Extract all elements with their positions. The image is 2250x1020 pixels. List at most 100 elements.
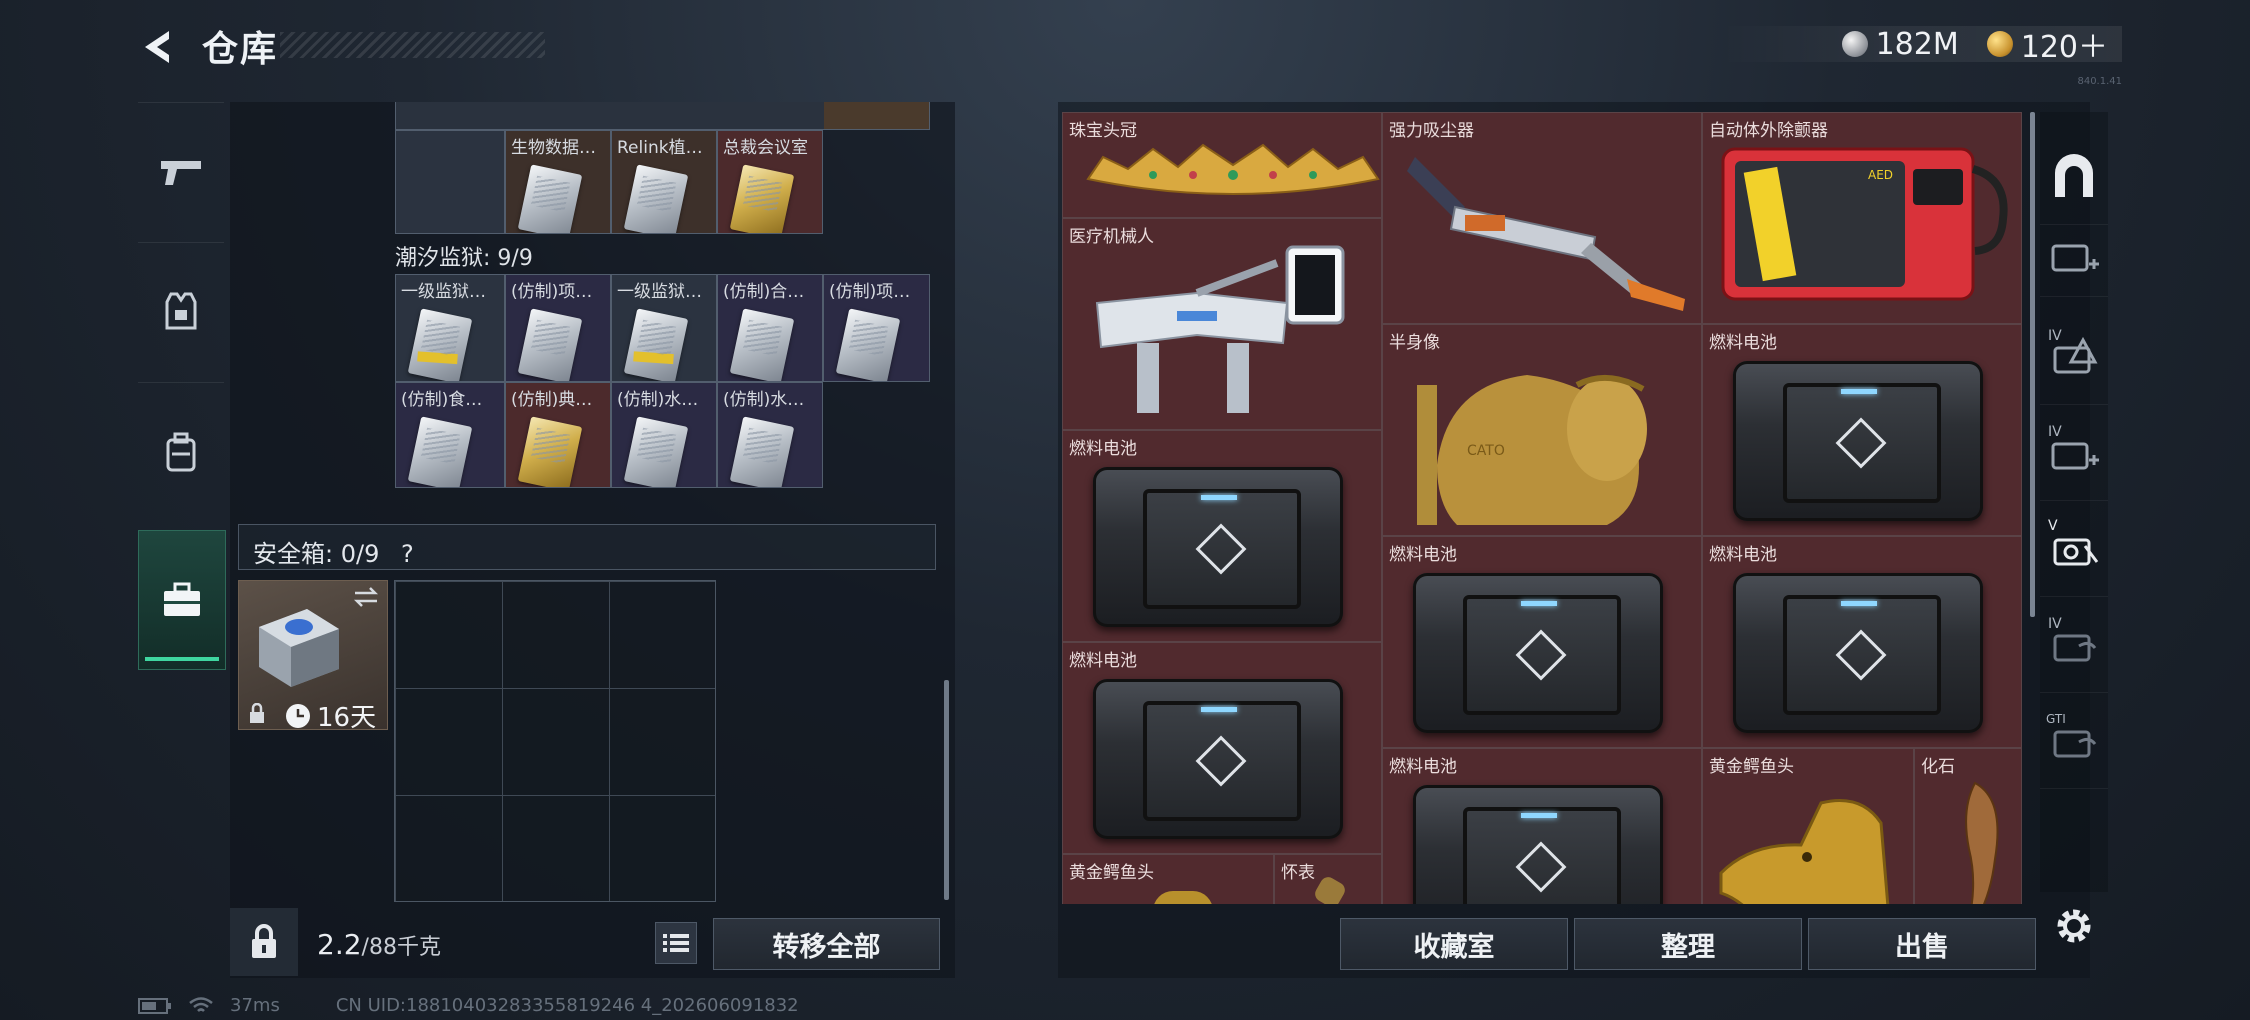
bust-statue-icon: CATO — [1417, 374, 1647, 525]
swap-icon[interactable] — [353, 587, 379, 607]
list-view-button[interactable] — [655, 922, 697, 964]
tab-expansion-6[interactable]: GTI — [2040, 692, 2108, 789]
storage-grid: 珠宝头冠 强力吸尘器 自动体外除颤器 AED 医疗机械人 半身像 CATO 燃料… — [1062, 112, 2022, 904]
item-golden-croc-head[interactable]: 黄金鳄鱼头 — [1702, 748, 1914, 904]
item-fossil[interactable]: 化石 — [1914, 748, 2022, 904]
tab-armor[interactable] — [138, 242, 224, 381]
organize-button[interactable]: 整理 — [1574, 918, 1802, 970]
item-fuel-cell[interactable]: 燃料电池 — [1382, 536, 1702, 748]
item-bust[interactable]: 半身像 CATO — [1382, 324, 1702, 536]
data-card-icon — [835, 308, 901, 381]
backpack-icon — [166, 432, 196, 472]
item-fuel-cell[interactable]: 燃料电池 — [1382, 748, 1702, 904]
item-medical-robot[interactable]: 医疗机械人 — [1062, 218, 1382, 430]
version-label: 840.1.41 — [2077, 76, 2122, 87]
inventory-item[interactable]: (仿制)项… — [823, 274, 930, 382]
inventory-item[interactable]: 生物数据… — [505, 130, 611, 234]
back-button[interactable] — [134, 22, 184, 72]
settings-button[interactable] — [2046, 898, 2102, 954]
scrollbar[interactable] — [944, 680, 949, 900]
safebox-case-icon — [259, 609, 339, 687]
sell-button[interactable]: 出售 — [1808, 918, 2036, 970]
lock-button[interactable] — [230, 908, 298, 976]
fuel-cell-icon — [1733, 361, 1983, 521]
item-vacuum[interactable]: 强力吸尘器 — [1382, 112, 1702, 324]
svg-text:AED: AED — [1868, 168, 1893, 182]
item-fuel-cell[interactable]: 燃料电池 — [1702, 536, 2022, 748]
inventory-item[interactable]: (仿制)项… — [505, 274, 611, 382]
safebox-item[interactable]: 16天 — [238, 580, 388, 733]
user-uid: CN UID:18810403283355819246 4_2026060918… — [335, 995, 799, 1016]
fuel-cell-icon — [1093, 467, 1343, 627]
tab-expansion-1[interactable] — [2040, 216, 2108, 297]
tab-storage-home[interactable] — [2040, 128, 2108, 225]
data-card-icon — [623, 164, 689, 233]
medical-robot-icon — [1095, 245, 1345, 413]
gold-amount: 120＋ — [2020, 30, 2108, 65]
golden-croc-icon — [1719, 799, 1890, 904]
tab-expansion-5[interactable]: IV — [2040, 596, 2108, 693]
inventory-item[interactable]: (仿制)典… — [505, 382, 611, 488]
status-bar: 37ms CN UID:18810403283355819246 4_20260… — [138, 995, 799, 1016]
fuel-cell-icon — [1413, 573, 1663, 733]
data-card-icon — [623, 416, 689, 487]
transfer-all-button[interactable]: 转移全部 — [713, 918, 940, 970]
data-card-icon — [729, 416, 795, 487]
golden-croc-icon — [1153, 891, 1213, 904]
storage-tabs: IV IV V IV GTI — [2040, 112, 2108, 892]
scrollbar[interactable] — [2030, 112, 2035, 617]
tab-expansion-3[interactable]: IV — [2040, 404, 2108, 501]
data-card-icon — [729, 308, 795, 381]
battery-status-icon — [138, 997, 171, 1014]
item-fuel-cell[interactable]: 燃料电池 — [1062, 430, 1382, 642]
inventory-item[interactable]: 总裁会议室 — [717, 130, 823, 234]
inventory-item[interactable]: (仿制)水… — [717, 382, 823, 488]
data-card-icon — [407, 416, 473, 487]
list-icon — [663, 934, 689, 952]
item-fuel-cell[interactable]: 燃料电池 — [1702, 324, 2022, 536]
inventory-item[interactable]: Relink植… — [611, 130, 717, 234]
help-icon[interactable]: ? — [401, 540, 414, 568]
tab-expansion-2[interactable]: IV — [2040, 308, 2108, 405]
padlock-icon — [252, 924, 276, 958]
access-card-icon — [623, 308, 689, 381]
keycard-icon — [517, 416, 583, 487]
item-golden-croc-head[interactable]: 黄金鳄鱼头 — [1062, 854, 1274, 904]
currency-bar: 182M 120＋ — [1722, 26, 2122, 65]
data-card-icon — [517, 164, 583, 233]
inventory-item[interactable]: (仿制)水… — [611, 382, 717, 488]
crown-icon — [1086, 143, 1380, 195]
collection-room-button[interactable]: 收藏室 — [1340, 918, 1568, 970]
defibrillator-icon: AED — [1721, 147, 2008, 301]
clock-icon — [286, 703, 310, 728]
inventory-item[interactable]: 一级监狱… — [395, 274, 505, 382]
data-card-icon — [517, 308, 583, 381]
tab-backpack[interactable] — [138, 382, 224, 521]
section-title: 潮汐监狱: 9/9 — [395, 246, 533, 271]
vacuum-icon — [1407, 157, 1685, 311]
left-category-tabs — [138, 102, 226, 672]
wifi-icon — [189, 996, 213, 1012]
safebox-capacity: 安全箱: 0/9 — [253, 540, 380, 568]
fossil-icon — [1965, 781, 1999, 904]
inventory-item[interactable]: (仿制)合… — [717, 274, 823, 382]
weight-display: 2.2/88千克 — [317, 928, 441, 961]
back-arrow-icon — [145, 31, 169, 63]
safebox-grid[interactable] — [394, 580, 716, 902]
tab-toolbox[interactable] — [138, 530, 226, 670]
item-aed[interactable]: 自动体外除颤器 AED — [1702, 112, 2022, 324]
item-pocket-watch[interactable]: 怀表 — [1274, 854, 1382, 904]
tab-expansion-4[interactable]: V — [2040, 500, 2108, 597]
inventory-item[interactable]: (仿制)食… — [395, 382, 505, 488]
title-decoration — [280, 32, 545, 58]
weight-capacity: /88千克 — [361, 935, 441, 960]
tab-firearms[interactable] — [138, 102, 224, 241]
item-crown[interactable]: 珠宝头冠 — [1062, 112, 1382, 218]
item-fuel-cell[interactable]: 燃料电池 — [1062, 642, 1382, 854]
empty-slot[interactable] — [395, 130, 505, 234]
storage-arch-icon — [2055, 154, 2093, 197]
gold-currency[interactable]: 120＋ — [1986, 22, 2108, 66]
silver-coin-icon — [1841, 31, 1868, 57]
silver-amount: 182M — [1875, 26, 1959, 62]
inventory-item[interactable]: 一级监狱… — [611, 274, 717, 382]
